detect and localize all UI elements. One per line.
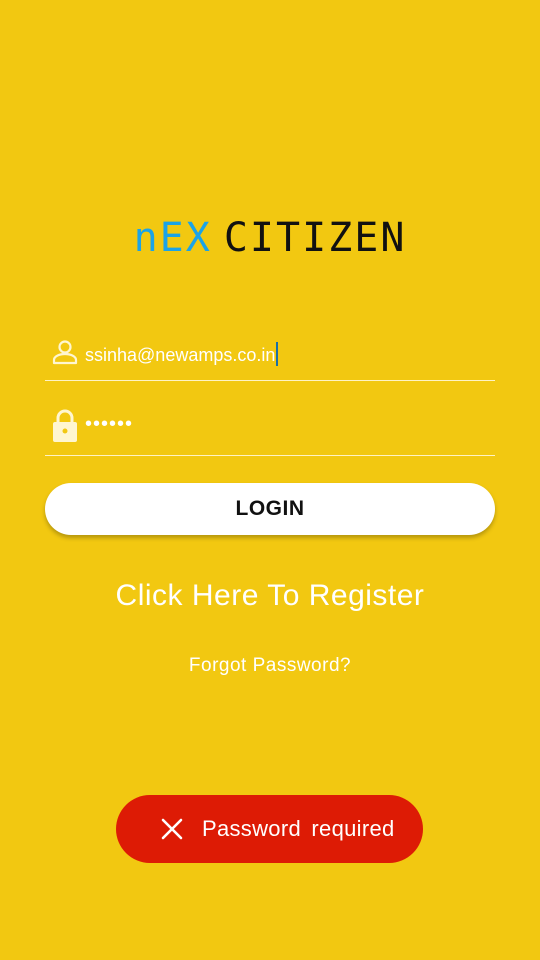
user-icon	[52, 340, 78, 365]
close-icon[interactable]	[160, 817, 184, 841]
logo-nex: nEX	[133, 215, 212, 261]
text-caret	[276, 342, 279, 366]
password-input-value[interactable]: ••••••	[85, 413, 133, 435]
register-link[interactable]: Click Here To Register	[0, 574, 540, 618]
email-input-value[interactable]: ssinha@newamps.co.in	[85, 342, 279, 366]
lock-icon	[53, 409, 77, 442]
toast-message: Password required	[202, 816, 395, 841]
logo-citizen: CITIZEN	[223, 215, 407, 261]
app-logo: nEX CITIZEN	[0, 214, 540, 262]
forgot-password-link[interactable]: Forgot Password?	[0, 653, 540, 679]
password-field[interactable]: ••••••	[45, 405, 495, 456]
email-field[interactable]: ssinha@newamps.co.in	[45, 330, 495, 381]
error-toast: Password required	[116, 795, 423, 863]
login-button[interactable]: LOGIN	[45, 483, 495, 535]
